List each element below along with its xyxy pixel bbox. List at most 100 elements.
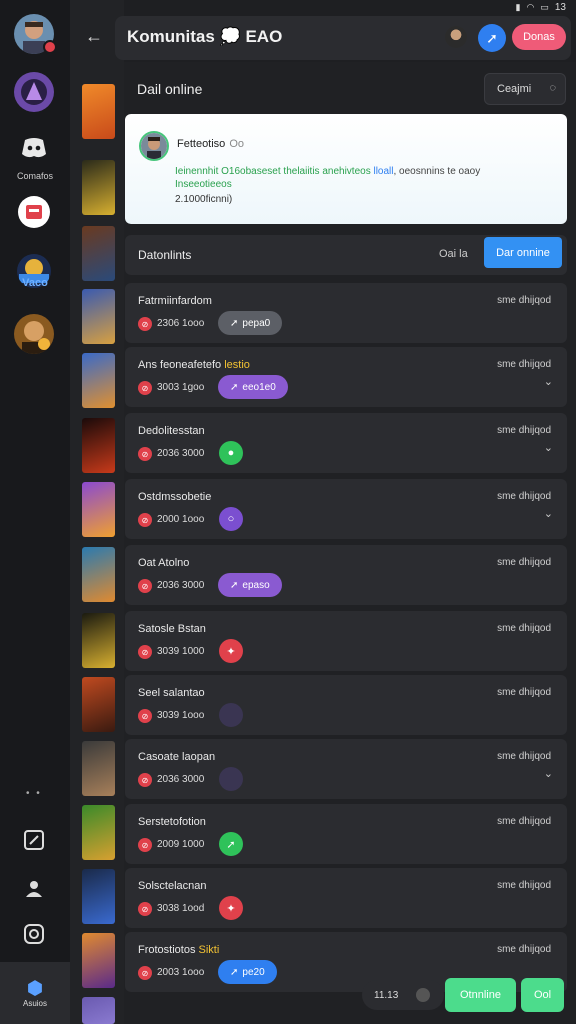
thumbnail-3[interactable]	[82, 226, 115, 281]
profile-status: Oo	[229, 138, 244, 150]
row-action-icon[interactable]: ○	[219, 507, 243, 531]
thumbnail-4[interactable]	[82, 289, 115, 344]
row-count: 2009 1000	[157, 839, 205, 850]
left-rail: Comafos Vaco • • ⬢ Asuios	[0, 0, 70, 1024]
discord-logo-icon[interactable]	[20, 134, 48, 162]
bottom-pill[interactable]: 11.13	[362, 980, 444, 1010]
row-action-chip[interactable]: ➚ eeo1e0	[218, 375, 288, 399]
list-row[interactable]: Satosle Bstan sme dhijqod ⊘ 3039 1000 ✦	[125, 611, 567, 671]
list-header: Datonlints Oai la Dar onnine	[125, 235, 567, 275]
profile-description: Ieinennhit O16obaseset thelaiitis anehiv…	[175, 165, 553, 191]
server-avatar-1[interactable]	[14, 72, 54, 112]
row-action-icon[interactable]: ➚	[219, 832, 243, 856]
signal-icon: ▮	[515, 1, 521, 12]
row-chip-label: eeo1e0	[242, 381, 276, 393]
back-arrow-icon[interactable]: ←	[80, 22, 108, 50]
row-status-icon: ⊘	[138, 966, 152, 980]
row-status-icon: ⊘	[138, 902, 152, 916]
thumbnail-11[interactable]	[82, 741, 115, 796]
status-time: 13	[554, 1, 566, 13]
thumbnail-5[interactable]	[82, 353, 115, 408]
row-action-icon[interactable]	[219, 703, 243, 727]
thumbnail-13[interactable]	[82, 869, 115, 924]
mini-avatar[interactable]	[445, 26, 467, 48]
toggle-dot[interactable]	[416, 988, 430, 1002]
section-title: Dail online	[137, 81, 203, 97]
thumbnail-12[interactable]	[82, 805, 115, 860]
instagram-icon[interactable]	[20, 920, 48, 948]
row-count: 2036 3000	[157, 448, 205, 459]
row-action-icon[interactable]	[219, 767, 243, 791]
trend-icon: ➚	[230, 317, 239, 329]
share-button[interactable]: ➚	[478, 24, 506, 52]
row-action-chip[interactable]: ➚ pepa0	[218, 311, 283, 335]
row-title-text: Ans feoneafetefo	[138, 359, 225, 371]
profile-name: Fetteotiso	[177, 138, 226, 150]
thumbnail-10[interactable]	[82, 677, 115, 732]
row-time: sme dhijqod	[497, 880, 551, 891]
chevron-down-icon[interactable]: ⌄	[544, 507, 553, 520]
row-title: Ans feoneafetefo lestio	[138, 359, 250, 371]
row-action-chip[interactable]: ➚ epaso	[218, 573, 282, 597]
store-icon[interactable]	[18, 196, 50, 228]
thumbnail-14[interactable]	[82, 933, 115, 988]
row-action-chip[interactable]: ➚ pe20	[218, 960, 277, 984]
thumbnail-9[interactable]	[82, 613, 115, 668]
online-button[interactable]: Otnnline	[445, 978, 516, 1012]
row-time: sme dhijqod	[497, 816, 551, 827]
list-row[interactable]: Solsctelacnan sme dhijqod ⊘ 3038 1ood ✦	[125, 868, 567, 928]
row-count: 3039 1ooo	[157, 710, 205, 721]
sort-dropdown[interactable]: Ceajmi ◌	[484, 73, 566, 105]
row-title-highlight: Sikti	[198, 944, 220, 956]
list-row[interactable]: Ostdmssobetie sme dhijqod ⌄ ⊘ 2000 1ooo ○	[125, 479, 567, 539]
thumbnail-8[interactable]	[82, 547, 115, 602]
list-row[interactable]: Casoate laopan sme dhijqod ⌄ ⊘ 2036 3000	[125, 739, 567, 799]
list-row[interactable]: Oat Atolno sme dhijqod ⊘ 2036 3000 ➚ epaso	[125, 545, 567, 605]
row-count: 2000 1ooo	[157, 514, 205, 525]
chevron-down-icon[interactable]: ⌄	[544, 767, 553, 780]
profile-card[interactable]: Fetteotiso Oo Ieinennhit O16obaseset thel…	[125, 114, 567, 224]
edit-icon[interactable]	[20, 826, 48, 854]
profile-desc-green-2: Inseeotieeos	[175, 179, 232, 190]
thumbnail-column	[70, 0, 124, 1024]
list-header-button[interactable]: Dar onnine	[484, 237, 562, 268]
thumbnail-2[interactable]	[82, 160, 115, 215]
row-time: sme dhijqod	[497, 687, 551, 698]
page-title: Komunitas 💭 EAO	[127, 27, 283, 46]
row-title-text: Frotostiotos	[138, 944, 199, 956]
chevron-down-icon[interactable]: ⌄	[544, 375, 553, 388]
server-avatar-3[interactable]	[14, 314, 54, 354]
list-row[interactable]: Dedolitesstan sme dhijqod ⌄ ⊘ 2036 3000 ●	[125, 413, 567, 473]
row-title-text: Solsctelacnan	[138, 880, 207, 892]
row-status-icon: ⊘	[138, 513, 152, 527]
profile-name-line: Fetteotiso Oo	[177, 138, 244, 150]
list-row[interactable]: Seel salantao sme dhijqod ⊘ 3039 1ooo	[125, 675, 567, 735]
row-time: sme dhijqod	[497, 557, 551, 568]
chevron-circle-icon: ◌	[549, 82, 556, 94]
thumbnail-7[interactable]	[82, 482, 115, 537]
chevron-down-icon[interactable]: ⌄	[544, 441, 553, 454]
row-time: sme dhijqod	[497, 295, 551, 306]
row-count: 2036 3000	[157, 580, 205, 591]
thumbnail-6[interactable]	[82, 418, 115, 473]
donate-button[interactable]: Donas	[512, 24, 566, 50]
app-root: ▮ ◠ ▭ 13 Comafos Vaco • • ⬢ Asuios ← Kom…	[0, 0, 576, 1024]
row-action-icon[interactable]: ✦	[219, 639, 243, 663]
profile-desc-green: Ieinennhit O16obaseset thelaiitis anehiv…	[175, 166, 371, 177]
list-row[interactable]: Ans feoneafetefo lestio sme dhijqod ⌄ ⊘ 3003…	[125, 347, 567, 407]
row-title: Satosle Bstan	[138, 623, 206, 635]
thumbnail-1[interactable]	[82, 84, 115, 139]
row-action-icon[interactable]: ✦	[219, 896, 243, 920]
thumbnail-15[interactable]	[82, 997, 115, 1024]
row-action-icon[interactable]: ●	[219, 441, 243, 465]
user-add-icon[interactable]	[20, 874, 48, 902]
row-time: sme dhijqod	[497, 944, 551, 955]
bottom-pill-label: 11.13	[374, 989, 399, 1001]
battery-icon: ▭	[540, 1, 549, 12]
list-row[interactable]: Serstetofotion sme dhijqod ⊘ 2009 1000 ➚	[125, 804, 567, 864]
row-title: Oat Atolno	[138, 557, 189, 569]
row-status-icon: ⊘	[138, 447, 152, 461]
ok-button[interactable]: Ool	[521, 978, 564, 1012]
list-row[interactable]: Fatrmiinfardom sme dhijqod ⊘ 2306 1ooo ➚ pepa…	[125, 283, 567, 343]
app-logo[interactable]: ⬢ Asuios	[0, 962, 70, 1024]
